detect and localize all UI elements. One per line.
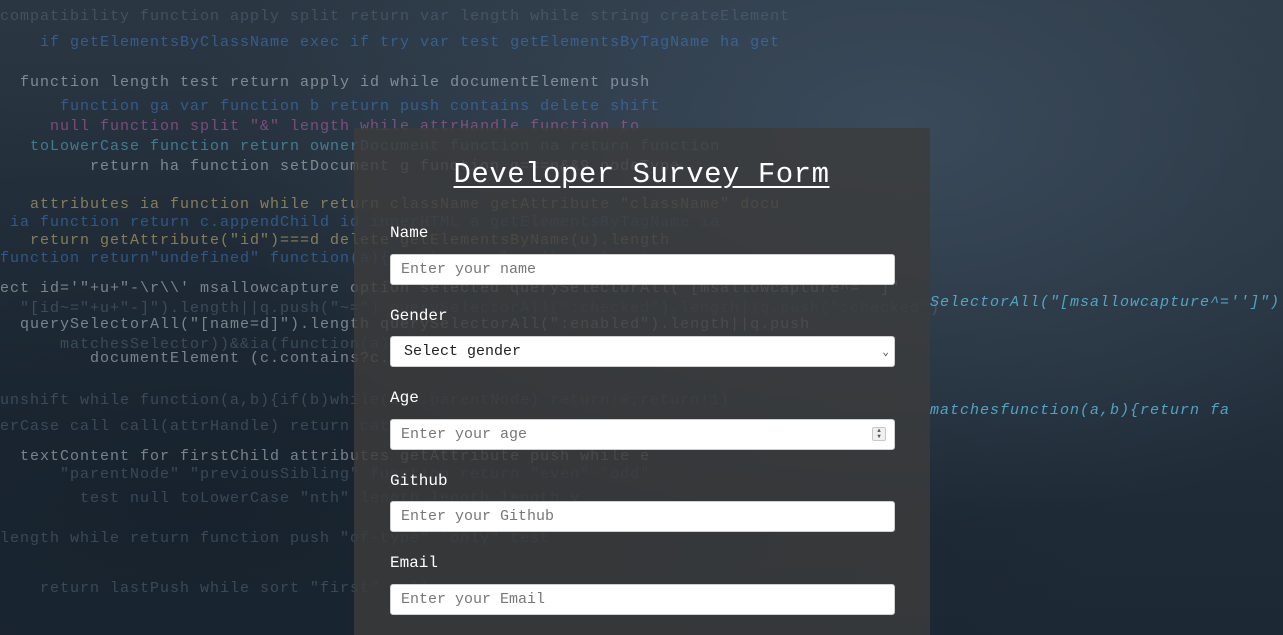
spinner-icon[interactable]: ▲ ▼ (872, 427, 886, 441)
code-line: function length test return apply id whi… (20, 74, 651, 91)
survey-form-panel (354, 128, 930, 635)
code-line: if getElementsByClassName exec if try va… (40, 34, 781, 51)
code-line: SelectorAll("[msallowcapture^='']").leng… (930, 294, 1283, 311)
chevron-down-icon: ⌄ (882, 346, 889, 359)
github-input[interactable] (390, 501, 895, 532)
code-line: matchesfunction(a,b){return fa (930, 402, 1231, 419)
name-label: Name (390, 224, 429, 242)
github-label: Github (390, 472, 448, 490)
age-label: Age (390, 389, 419, 407)
gender-label: Gender (390, 307, 448, 325)
code-line: compatibility function apply split retur… (0, 8, 791, 25)
gender-select-value: Select gender (404, 343, 522, 360)
spinner-down-icon[interactable]: ▼ (877, 434, 881, 440)
name-input[interactable] (390, 254, 895, 285)
age-field-wrapper: ▲ ▼ (390, 419, 895, 450)
email-label: Email (390, 554, 439, 572)
code-line: function ga var function b return push c… (60, 98, 661, 115)
gender-select[interactable]: Select gender ⌄ (390, 336, 895, 367)
age-input[interactable] (390, 419, 895, 450)
page-title: Developer Survey Form (453, 158, 830, 191)
email-input[interactable] (390, 584, 895, 615)
